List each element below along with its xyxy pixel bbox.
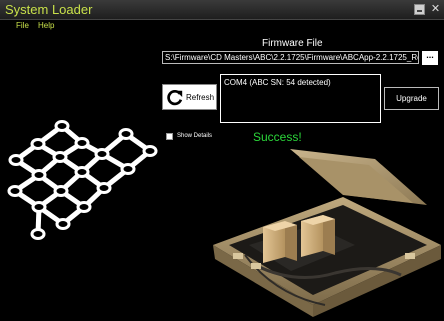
status-message: Success! [253,130,302,144]
title-bar: System Loader ✕ [0,0,444,20]
upgrade-button[interactable]: Upgrade [384,87,439,110]
port-list[interactable]: COM4 (ABC SN: 54 detected) [220,74,381,123]
minimize-icon[interactable] [414,4,425,15]
refresh-icon [167,89,183,106]
list-item[interactable]: COM4 (ABC SN: 54 detected) [224,78,331,87]
firmware-path-field[interactable]: S:\Firmware\CD Masters\ABC\2.2.1725\Firm… [162,51,419,64]
close-icon[interactable]: ✕ [430,4,441,15]
show-details-checkbox[interactable] [166,133,173,140]
network-lattice-logo [7,120,158,240]
device-case-image [213,149,441,317]
menu-bar: File Help [0,20,444,33]
menu-help[interactable]: Help [38,21,54,30]
refresh-button[interactable]: Refresh [162,84,217,110]
refresh-label: Refresh [186,93,215,102]
window-title: System Loader [5,2,93,17]
browse-button[interactable]: ... [422,51,438,65]
menu-file[interactable]: File [16,21,29,30]
show-details-label: Show Details [177,133,213,139]
firmware-file-label: Firmware File [262,38,323,49]
